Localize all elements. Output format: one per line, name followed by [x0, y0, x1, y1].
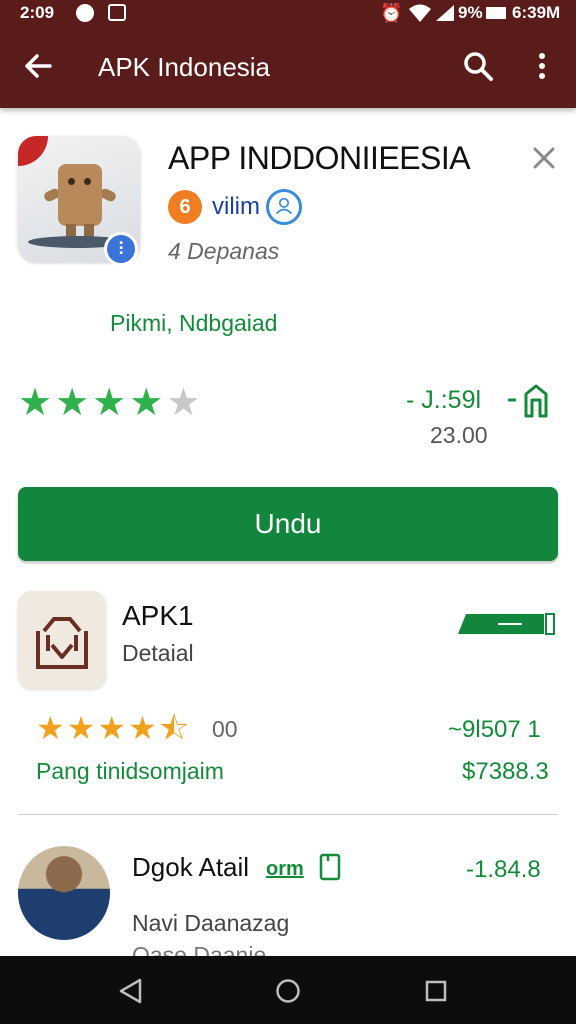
robot-eye-left	[68, 178, 75, 185]
avatar[interactable]	[18, 846, 110, 940]
nav-home-icon[interactable]	[275, 978, 301, 1004]
star-icon: ★	[97, 710, 127, 746]
install-button[interactable]: Undu	[18, 487, 558, 561]
card-price-top: ~9l507 1	[448, 716, 541, 743]
progress-bar	[458, 613, 555, 635]
notification-dot-icon	[76, 4, 94, 22]
person-subtitle: Navi Daanazag	[132, 910, 290, 936]
download-tray-icon	[36, 617, 88, 669]
image-notification-icon	[108, 4, 126, 21]
divider	[18, 814, 558, 815]
alarm-icon: ⏰	[380, 3, 403, 23]
apk-icon[interactable]	[18, 591, 106, 689]
signal-icon	[436, 5, 454, 21]
robot-eye-right	[84, 178, 91, 185]
battery-percent: 9%	[458, 3, 483, 22]
wifi-icon	[409, 4, 431, 22]
app-bar: APK Indonesia	[0, 26, 576, 108]
size-value: - J.:59l	[406, 386, 482, 414]
card-rating-stars: ★ ★ ★ ★ ⯪	[36, 712, 189, 744]
star-icon: ★	[18, 382, 53, 424]
person-subtitle-2: Oase Daanie	[132, 942, 267, 956]
verified-badge-icon	[266, 189, 302, 225]
app-title: APP INDDONIIEESIA	[168, 140, 471, 176]
person-title: Dgok Atail	[132, 852, 250, 882]
star-icon: ★	[129, 382, 164, 424]
phone-icon	[319, 853, 341, 881]
card-subtitle: Detaial	[122, 640, 194, 666]
icon-corner	[18, 136, 48, 166]
developer-name[interactable]: vilim	[212, 193, 260, 221]
share-icon[interactable]	[506, 380, 556, 420]
star-icon: ★	[92, 382, 127, 424]
status-clock-right: 6:39M	[512, 3, 561, 22]
star-icon: ★	[166, 382, 201, 424]
developer-logo-icon: 6	[168, 190, 202, 224]
star-icon: ★	[128, 710, 157, 746]
status-time: 2:09	[20, 3, 55, 22]
download-count: 23.00	[430, 422, 488, 448]
person-tag[interactable]: orm	[266, 858, 304, 881]
nav-recent-icon[interactable]	[425, 980, 447, 1002]
card-price-bottom: $7388.3	[462, 758, 549, 785]
star-icon: ⯪	[158, 710, 190, 746]
card-rating-text: 00	[212, 716, 238, 742]
app-bar-title: APK Indonesia	[98, 52, 271, 82]
rating-stars: ★ ★ ★ ★ ★	[18, 384, 200, 422]
info-badge-icon: ⫶	[104, 232, 138, 266]
card-title: APK1	[122, 600, 194, 631]
battery-icon	[486, 7, 506, 19]
star-icon: ★	[55, 382, 90, 424]
nav-back-icon[interactable]	[118, 978, 144, 1004]
category-link[interactable]: Pikmi, Ndbgaiad	[110, 310, 277, 337]
status-bar: 2:09 ⏰ 9% 6:39M	[0, 0, 576, 26]
back-arrow-icon[interactable]	[20, 48, 56, 84]
more-vert-icon[interactable]	[526, 48, 558, 84]
robot-icon	[58, 164, 102, 226]
star-icon: ★	[36, 710, 65, 746]
star-icon: ★	[66, 710, 96, 746]
person-price: -1.84.8	[466, 856, 541, 883]
close-icon[interactable]	[530, 144, 558, 172]
app-subtitle: 4 Depanas	[168, 238, 280, 264]
card-caption[interactable]: Pang tinidsomjaim	[36, 758, 224, 785]
search-icon[interactable]	[460, 48, 496, 84]
